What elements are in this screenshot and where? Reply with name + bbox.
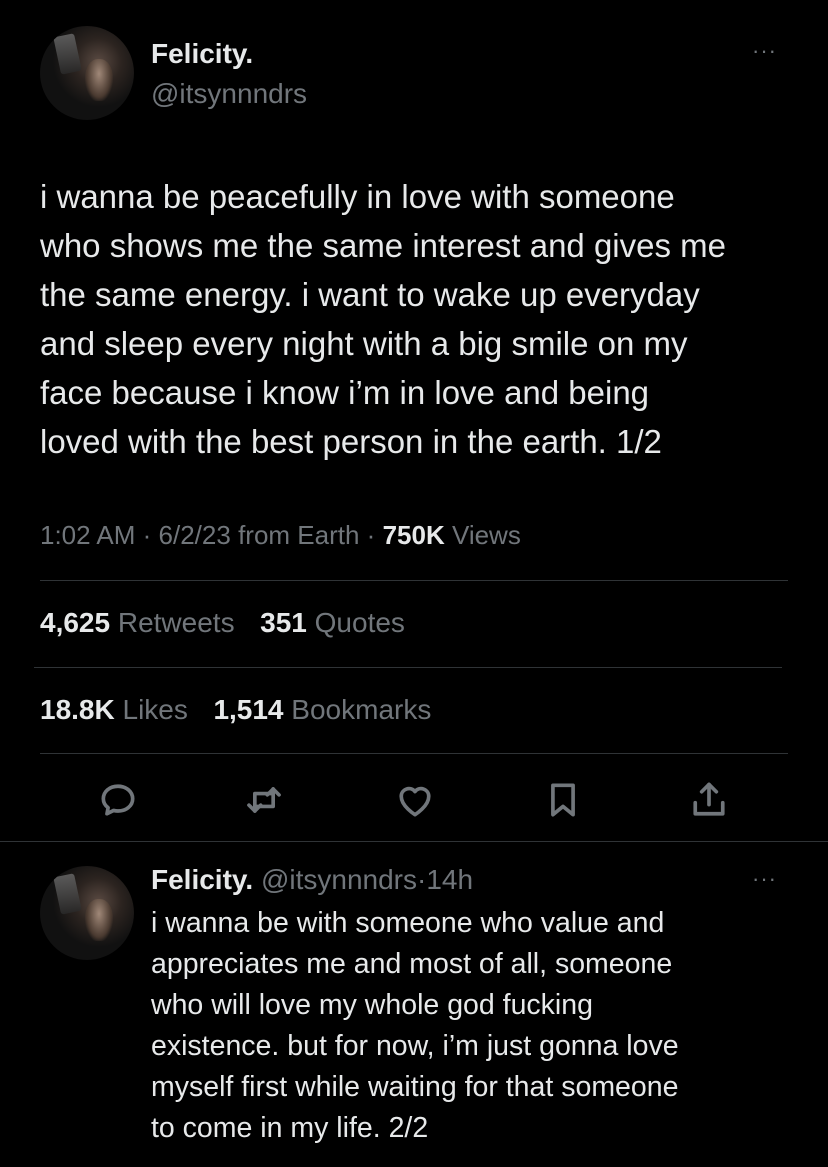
reply-more-options-icon[interactable]: ··· [752,868,777,890]
retweets-stat[interactable]: 4,625 Retweets [40,607,242,638]
meta-separator: · [142,520,159,550]
divider [0,841,828,842]
bookmarks-label: Bookmarks [291,694,432,725]
reply-separator: · [417,864,427,895]
quotes-label: Quotes [314,607,405,638]
reply-header: Felicity. @itsynnndrs·14h [151,864,473,896]
like-icon[interactable] [393,778,437,822]
stats-row-likes: 18.8K Likes 1,514 Bookmarks [40,694,431,726]
divider [40,753,788,754]
reply-handle[interactable]: @itsynnndrs [261,864,417,895]
tweet-source: from Earth [238,520,360,550]
tweet-meta: 1:02 AM · 6/2/23 from Earth · 750K Views [40,520,521,551]
more-options-icon[interactable]: ··· [752,40,777,62]
retweet-icon[interactable] [242,778,286,822]
reply-text: i wanna be with someone who value and ap… [151,907,679,1144]
avatar[interactable] [40,26,134,120]
tweet-time[interactable]: 1:02 AM [40,520,135,550]
likes-stat[interactable]: 18.8K Likes [40,694,196,725]
divider [34,667,782,668]
quotes-count: 351 [260,607,307,638]
reply-time[interactable]: 14h [426,864,473,895]
tweet-text: i wanna be peacefully in love with someo… [40,178,726,460]
meta-separator: · [366,520,383,550]
share-icon[interactable] [687,778,731,822]
divider [40,580,788,581]
display-name[interactable]: Felicity. [151,38,253,70]
retweets-count: 4,625 [40,607,111,638]
quotes-stat[interactable]: 351 Quotes [260,607,405,638]
likes-label: Likes [122,694,188,725]
bookmarks-stat[interactable]: 1,514 Bookmarks [213,694,431,725]
handle[interactable]: @itsynnndrs [151,78,307,110]
views-label[interactable]: Views [452,520,521,550]
reply-display-name[interactable]: Felicity. [151,864,253,895]
likes-count: 18.8K [40,694,115,725]
bookmark-icon[interactable] [541,778,585,822]
bookmarks-count: 1,514 [213,694,284,725]
retweets-label: Retweets [117,607,235,638]
stats-row-retweets: 4,625 Retweets 351 Quotes [40,607,405,639]
tweet-date[interactable]: 6/2/23 [159,520,231,550]
views-count[interactable]: 750K [383,520,445,550]
reply-avatar[interactable] [40,866,134,960]
reply-icon[interactable] [96,778,140,822]
